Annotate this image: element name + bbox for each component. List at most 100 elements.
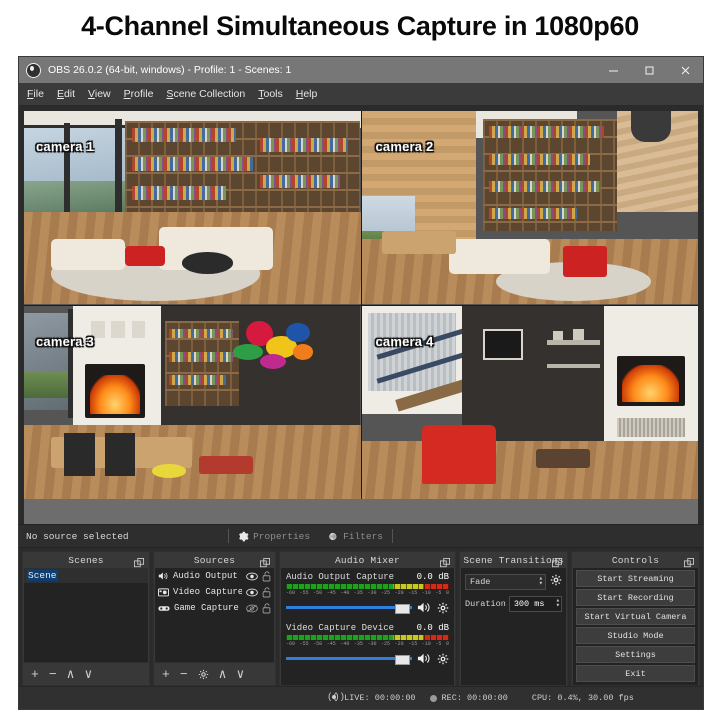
camera-grid: camera 1 camera 2 camera 3 camera 4	[24, 111, 698, 499]
speaker-icon[interactable]	[417, 601, 432, 614]
unlock-icon[interactable]	[262, 586, 271, 598]
controls-title: Controls	[611, 554, 660, 566]
source-list-item[interactable]: Audio Output C	[155, 568, 274, 584]
mixer-channel-header: Audio Output Capture 0.0 dB	[286, 572, 449, 582]
status-bar: LIVE: 00:00:00 REC: 00:00:00 CPU: 0.4%, …	[19, 686, 703, 709]
transition-select[interactable]: Fade ▴ ▾	[465, 574, 546, 590]
vu-meter	[286, 635, 449, 640]
mixer-channel: Audio Output Capture 0.0 dB -60 -55 -50 …	[281, 568, 454, 614]
tick: -45	[326, 590, 336, 596]
menu-help[interactable]: Help	[296, 88, 318, 100]
properties-button[interactable]: Properties	[229, 525, 319, 547]
source-list-item[interactable]: Game Capture	[155, 600, 274, 616]
sources-toolbar: + − ∧ ∨	[154, 662, 275, 685]
mixer-channels: Audio Output Capture 0.0 dB -60 -55 -50 …	[281, 568, 454, 685]
preview-canvas[interactable]: camera 1 camera 2 camera 3 camera 4	[24, 111, 698, 524]
menu-profile[interactable]: Profile	[124, 88, 154, 100]
camera-tile-4[interactable]: camera 4	[361, 305, 698, 499]
sources-list[interactable]: Audio Output C Video Capture I	[155, 568, 274, 662]
mixer-channel-header: Video Capture Device 0.0 dB	[286, 623, 449, 633]
minus-icon[interactable]: −	[180, 668, 188, 681]
title-bar-left: OBS 26.0.2 (64-bit, windows) - Profile: …	[19, 62, 595, 78]
duration-input[interactable]: 300 ms ▴ ▾	[508, 596, 562, 612]
chevron-up-icon[interactable]: ∧	[67, 668, 75, 681]
obs-logo-icon	[26, 62, 41, 78]
source-name: Video Capture I	[173, 587, 242, 597]
menu-scene-collection[interactable]: Scene Collection	[166, 88, 245, 100]
settings-button[interactable]: Settings	[576, 646, 695, 663]
audio-mixer-dock: Audio Mixer Audio Output Capture 0.0 dB …	[279, 551, 456, 686]
start-streaming-button[interactable]: Start Streaming	[576, 570, 695, 587]
mixer-channel-db: 0.0 dB	[416, 572, 449, 582]
camera-tile-3[interactable]: camera 3	[24, 305, 361, 499]
camera-3-label: camera 3	[36, 333, 94, 349]
menu-view[interactable]: View	[88, 88, 111, 100]
live-status: LIVE: 00:00:00	[327, 692, 415, 704]
eye-icon[interactable]	[246, 588, 258, 597]
page-root: 4-Channel Simultaneous Capture in 1080p6…	[0, 0, 720, 720]
maximize-icon[interactable]	[631, 57, 667, 83]
transitions-dock-header: Scene Transitions	[460, 552, 567, 568]
plus-icon[interactable]: +	[31, 668, 39, 681]
start-virtual-camera-button[interactable]: Start Virtual Camera	[576, 608, 695, 625]
transitions-body: Fade ▴ ▾ Duration 300 ms ▴ ▾	[461, 568, 566, 685]
minimize-icon[interactable]	[595, 57, 631, 83]
sources-dock-header: Sources	[154, 552, 275, 568]
close-icon[interactable]	[667, 57, 703, 83]
stepper-icon[interactable]: ▴ ▾	[556, 598, 560, 610]
menu-file[interactable]: File	[27, 88, 44, 100]
tick: -20	[394, 641, 404, 647]
divider	[392, 529, 393, 543]
camera-tile-1[interactable]: camera 1	[24, 111, 361, 305]
speaker-icon[interactable]	[417, 652, 432, 665]
duration-value: 300 ms	[513, 599, 545, 609]
cpu-label: CPU: 0.4%, 30.00 fps	[531, 693, 634, 703]
slider-handle[interactable]	[395, 603, 410, 614]
transition-value: Fade	[470, 577, 491, 587]
scenes-list[interactable]: Scene	[24, 568, 148, 662]
gear-icon[interactable]	[198, 669, 209, 680]
gear-icon[interactable]	[437, 653, 449, 665]
camera-4-label: camera 4	[375, 333, 434, 349]
volume-slider[interactable]	[286, 654, 412, 665]
tick: -35	[353, 590, 363, 596]
chevron-up-icon[interactable]: ∧	[219, 668, 227, 681]
mixer-dock-header: Audio Mixer	[280, 552, 455, 568]
gamepad-icon	[158, 604, 170, 613]
scene-list-item[interactable]: Scene	[24, 568, 148, 583]
start-recording-button[interactable]: Start Recording	[576, 589, 695, 606]
scenes-title: Scenes	[68, 554, 104, 566]
obs-window: OBS 26.0.2 (64-bit, windows) - Profile: …	[18, 56, 704, 710]
chevron-down-icon[interactable]: ∨	[84, 668, 92, 681]
gear-icon[interactable]	[437, 602, 449, 614]
filters-button[interactable]: Filters	[319, 525, 392, 547]
camera-tile-2[interactable]: camera 2	[361, 111, 698, 305]
slider-track	[286, 606, 412, 609]
scenes-dock-header: Scenes	[23, 552, 149, 568]
unlock-icon[interactable]	[262, 602, 271, 614]
mixer-title: Audio Mixer	[335, 554, 400, 566]
chevron-updown-icon[interactable]: ▴ ▾	[539, 576, 543, 588]
menu-tools[interactable]: Tools	[258, 88, 283, 100]
duration-row: Duration 300 ms ▴ ▾	[465, 596, 562, 612]
tick: -5	[435, 590, 442, 596]
exit-button[interactable]: Exit	[576, 665, 695, 682]
camera-2-label: camera 2	[375, 139, 434, 154]
plus-icon[interactable]: +	[162, 668, 170, 681]
tick: -60	[286, 641, 296, 647]
unlock-icon[interactable]	[262, 570, 271, 582]
minus-icon[interactable]: −	[49, 668, 57, 681]
duration-label: Duration	[465, 599, 506, 609]
tick: -55	[299, 590, 309, 596]
eye-icon[interactable]	[246, 572, 258, 581]
chevron-down-icon[interactable]: ∨	[236, 668, 244, 681]
slider-handle[interactable]	[395, 654, 410, 665]
eye-hidden-icon[interactable]	[246, 604, 258, 613]
mixer-channel-name: Video Capture Device	[286, 623, 395, 633]
source-list-item[interactable]: Video Capture I	[155, 584, 274, 600]
volume-slider[interactable]	[286, 603, 412, 614]
studio-mode-button[interactable]: Studio Mode	[576, 627, 695, 644]
menu-edit[interactable]: Edit	[57, 88, 75, 100]
vu-scale: -60 -55 -50 -45 -40 -35 -30 -25 -20 -15 …	[286, 590, 449, 596]
gear-icon[interactable]	[550, 573, 562, 591]
